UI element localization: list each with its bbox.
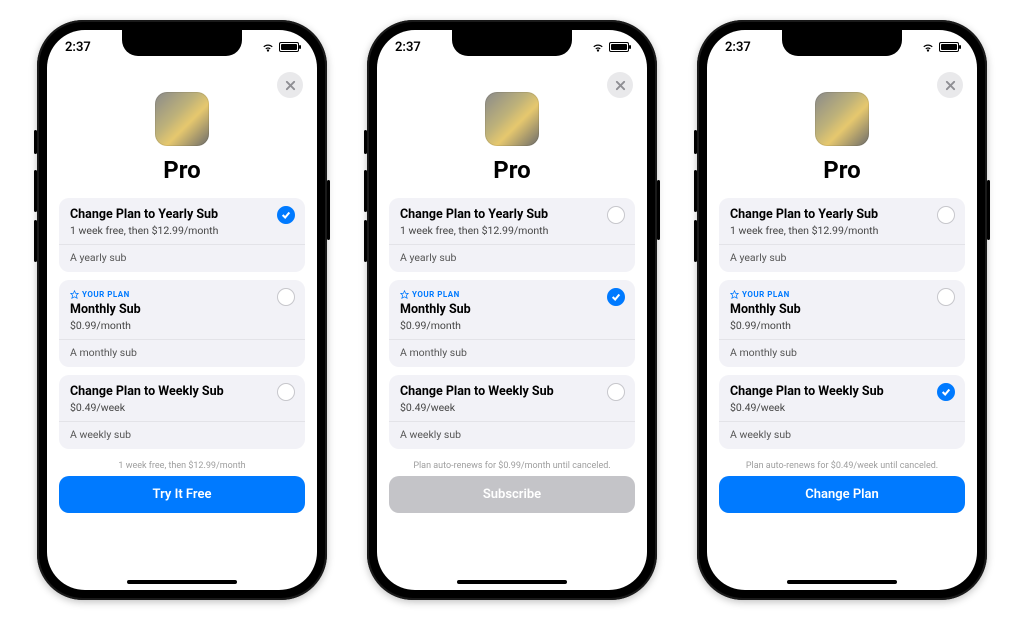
divider <box>389 421 635 422</box>
battery-icon <box>609 42 629 52</box>
plan-option-yearly[interactable]: Change Plan to Yearly Sub 1 week free, t… <box>389 198 635 272</box>
plan-option-yearly[interactable]: Change Plan to Yearly Sub 1 week free, t… <box>719 198 965 272</box>
app-icon <box>485 92 539 146</box>
divider <box>389 244 635 245</box>
phone-mockup: 2:37 Pro Change Plan to Yearly Sub <box>697 20 987 600</box>
screen: 2:37 Pro Change Plan to Yearly Sub <box>47 30 317 590</box>
radio-unselected-icon[interactable] <box>277 288 295 306</box>
divider <box>719 339 965 340</box>
plan-description: A yearly sub <box>730 251 954 264</box>
plan-price: $0.49/week <box>730 401 954 414</box>
plan-price: $0.49/week <box>70 401 294 414</box>
plan-price: $0.99/month <box>400 319 624 332</box>
cta-footnote: Plan auto-renews for $0.49/week until ca… <box>719 461 965 471</box>
plan-price: $0.49/week <box>400 401 624 414</box>
plan-title: Change Plan to Weekly Sub <box>730 384 954 399</box>
plan-description: A monthly sub <box>730 346 954 359</box>
divider <box>59 339 305 340</box>
notch <box>782 30 902 56</box>
plan-option-monthly[interactable]: YOUR PLAN Monthly Sub $0.99/month A mont… <box>389 280 635 367</box>
divider <box>389 339 635 340</box>
radio-selected-icon[interactable] <box>607 288 625 306</box>
radio-unselected-icon[interactable] <box>607 206 625 224</box>
your-plan-badge: YOUR PLAN <box>730 290 790 299</box>
page-title: Pro <box>163 156 200 184</box>
close-button[interactable] <box>937 72 963 98</box>
close-button[interactable] <box>607 72 633 98</box>
divider <box>59 421 305 422</box>
wifi-icon <box>591 40 605 54</box>
close-button[interactable] <box>277 72 303 98</box>
plan-price: $0.99/month <box>70 319 294 332</box>
radio-selected-icon[interactable] <box>277 206 295 224</box>
radio-unselected-icon[interactable] <box>937 288 955 306</box>
divider <box>719 421 965 422</box>
home-indicator <box>787 580 897 584</box>
page-title: Pro <box>823 156 860 184</box>
plan-option-weekly[interactable]: Change Plan to Weekly Sub $0.49/week A w… <box>59 375 305 449</box>
plan-title: Monthly Sub <box>730 302 954 317</box>
notch <box>122 30 242 56</box>
cta-button[interactable]: Subscribe <box>389 476 635 513</box>
your-plan-badge: YOUR PLAN <box>400 290 460 299</box>
battery-icon <box>939 42 959 52</box>
divider <box>59 244 305 245</box>
phone-mockup: 2:37 Pro Change Plan to Yearly Sub <box>37 20 327 600</box>
plan-description: A monthly sub <box>400 346 624 359</box>
home-indicator <box>457 580 567 584</box>
radio-selected-icon[interactable] <box>937 383 955 401</box>
plan-description: A yearly sub <box>70 251 294 264</box>
notch <box>452 30 572 56</box>
plan-title: Change Plan to Yearly Sub <box>400 207 624 222</box>
status-time: 2:37 <box>725 40 751 55</box>
plan-price: 1 week free, then $12.99/month <box>70 224 294 237</box>
cta-button[interactable]: Change Plan <box>719 476 965 513</box>
plan-title: Change Plan to Yearly Sub <box>70 207 294 222</box>
wifi-icon <box>921 40 935 54</box>
home-indicator <box>127 580 237 584</box>
status-time: 2:37 <box>395 40 421 55</box>
plan-description: A weekly sub <box>730 428 954 441</box>
wifi-icon <box>261 40 275 54</box>
plan-price: 1 week free, then $12.99/month <box>730 224 954 237</box>
screen: 2:37 Pro Change Plan to Yearly Sub <box>707 30 977 590</box>
plan-price: 1 week free, then $12.99/month <box>400 224 624 237</box>
radio-unselected-icon[interactable] <box>277 383 295 401</box>
cta-button[interactable]: Try It Free <box>59 476 305 513</box>
cta-footnote: Plan auto-renews for $0.99/month until c… <box>389 461 635 471</box>
screen: 2:37 Pro Change Plan to Yearly Sub <box>377 30 647 590</box>
plan-option-weekly[interactable]: Change Plan to Weekly Sub $0.49/week A w… <box>719 375 965 449</box>
app-icon <box>155 92 209 146</box>
plan-option-yearly[interactable]: Change Plan to Yearly Sub 1 week free, t… <box>59 198 305 272</box>
status-time: 2:37 <box>65 40 91 55</box>
plan-description: A yearly sub <box>400 251 624 264</box>
app-icon <box>815 92 869 146</box>
plan-option-monthly[interactable]: YOUR PLAN Monthly Sub $0.99/month A mont… <box>719 280 965 367</box>
plan-title: Change Plan to Weekly Sub <box>70 384 294 399</box>
plan-title: Monthly Sub <box>70 302 294 317</box>
radio-unselected-icon[interactable] <box>607 383 625 401</box>
plan-option-weekly[interactable]: Change Plan to Weekly Sub $0.49/week A w… <box>389 375 635 449</box>
divider <box>719 244 965 245</box>
plan-description: A monthly sub <box>70 346 294 359</box>
plan-title: Change Plan to Weekly Sub <box>400 384 624 399</box>
plan-title: Monthly Sub <box>400 302 624 317</box>
plan-title: Change Plan to Yearly Sub <box>730 207 954 222</box>
plan-description: A weekly sub <box>70 428 294 441</box>
cta-footnote: 1 week free, then $12.99/month <box>59 461 305 471</box>
phone-mockup: 2:37 Pro Change Plan to Yearly Sub <box>367 20 657 600</box>
radio-unselected-icon[interactable] <box>937 206 955 224</box>
battery-icon <box>279 42 299 52</box>
your-plan-badge: YOUR PLAN <box>70 290 130 299</box>
plan-description: A weekly sub <box>400 428 624 441</box>
plan-price: $0.99/month <box>730 319 954 332</box>
page-title: Pro <box>493 156 530 184</box>
plan-option-monthly[interactable]: YOUR PLAN Monthly Sub $0.99/month A mont… <box>59 280 305 367</box>
